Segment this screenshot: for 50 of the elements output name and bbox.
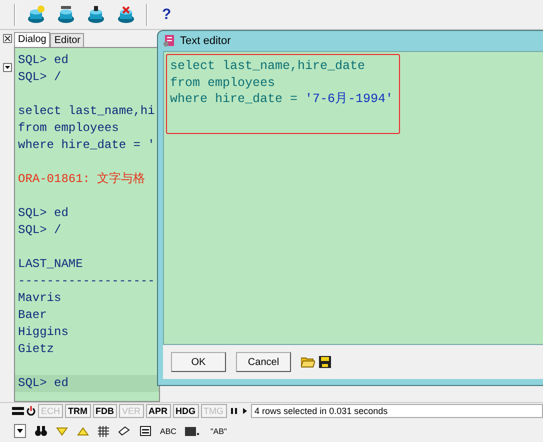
output-line: ------------------- xyxy=(18,274,155,288)
output-line: LAST_NAME xyxy=(18,257,83,271)
output-line: Higgins xyxy=(18,325,68,339)
folder-icon[interactable] xyxy=(301,356,315,368)
code-line: where hire_date = '7-6月-1994' xyxy=(170,91,394,108)
abc-button[interactable]: ABC xyxy=(160,426,176,436)
power-icon[interactable] xyxy=(26,406,36,416)
sql-line: from employees xyxy=(18,121,119,135)
window-icon[interactable] xyxy=(140,426,151,436)
triangle-down-icon[interactable] xyxy=(56,426,68,436)
code-line: select last_name,hire_date xyxy=(170,58,366,74)
tab[interactable]: Editor xyxy=(50,33,84,47)
output-line: Mavris xyxy=(18,291,62,305)
pause-icon[interactable] xyxy=(228,406,239,416)
quote-button[interactable]: "AB" xyxy=(210,426,227,436)
triangle-up-icon[interactable] xyxy=(77,426,89,436)
prompt-line: SQL> ed xyxy=(18,206,68,220)
code-line: from employees xyxy=(170,74,276,91)
error-line: ORA-01861: 文字与格 xyxy=(18,172,146,186)
app-icon xyxy=(163,35,175,47)
eraser-icon[interactable] xyxy=(118,426,131,436)
tab[interactable]: Dialog xyxy=(14,32,50,47)
dialog-button[interactable]: OK xyxy=(171,352,226,372)
grid-icon[interactable] xyxy=(98,426,109,436)
sql-line: select last_name,hi xyxy=(18,104,155,118)
status-toggle[interactable]: FDB xyxy=(92,404,118,418)
dropdown-icon[interactable] xyxy=(14,424,26,438)
dropdown-icon[interactable] xyxy=(3,63,12,72)
output-line: Gietz xyxy=(18,342,54,356)
output-line: Baer xyxy=(18,308,47,322)
database-icon[interactable] xyxy=(56,4,76,24)
prompt-line: SQL> / xyxy=(18,223,62,237)
status-toggle[interactable]: TRM xyxy=(65,404,91,418)
close-icon[interactable] xyxy=(3,34,12,43)
database-plug-icon[interactable] xyxy=(86,4,106,24)
help-button[interactable]: ? xyxy=(158,6,176,23)
binoculars-icon[interactable] xyxy=(35,426,47,436)
menu-icon[interactable] xyxy=(12,406,24,416)
window-title: Text editor xyxy=(180,35,231,47)
prompt-line: SQL> ed xyxy=(18,53,68,67)
text-editor-area[interactable]: select last_name,hire_date from employees where hire_date = '7-6月-1994' xyxy=(163,51,543,345)
dialog-button[interactable]: Cancel xyxy=(236,352,291,372)
sql-line: where hire_date = ' xyxy=(18,138,155,152)
status-message: 4 rows selected in 0.031 seconds xyxy=(250,404,543,418)
connect-database-icon[interactable] xyxy=(26,4,46,24)
status-toggle[interactable]: APR xyxy=(146,404,171,418)
status-toggle[interactable]: HDG xyxy=(172,404,199,418)
save-icon[interactable] xyxy=(319,356,331,368)
disconnect-database-icon[interactable] xyxy=(116,4,136,24)
prompt-line: SQL> / xyxy=(18,70,62,84)
